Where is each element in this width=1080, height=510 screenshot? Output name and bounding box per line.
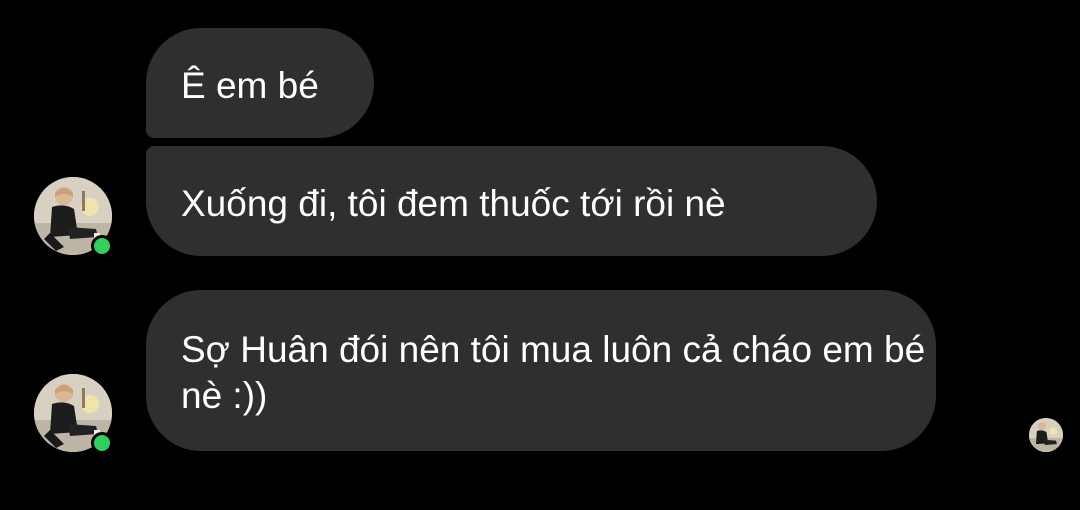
message-bubble[interactable]: Xuống đi, tôi đem thuốc tới rồi nè	[146, 146, 877, 256]
avatar-photo-icon	[1029, 418, 1063, 452]
message-text: Ê em bé	[181, 65, 319, 106]
online-status-icon	[91, 235, 113, 257]
message-text: Xuống đi, tôi đem thuốc tới rồi nè	[181, 183, 726, 224]
seen-avatar-icon[interactable]	[1029, 418, 1063, 452]
message-bubble[interactable]: Sợ Huân đói nên tôi mua luôn cả cháo em …	[146, 290, 936, 451]
online-status-icon	[91, 432, 113, 454]
chat-thread: Ê em bé Xuống đi, tôi đem thuốc tới rồi …	[0, 0, 1080, 510]
message-bubble[interactable]: Ê em bé	[146, 28, 374, 138]
message-text: Sợ Huân đói nên tôi mua luôn cả cháo em …	[181, 329, 926, 416]
